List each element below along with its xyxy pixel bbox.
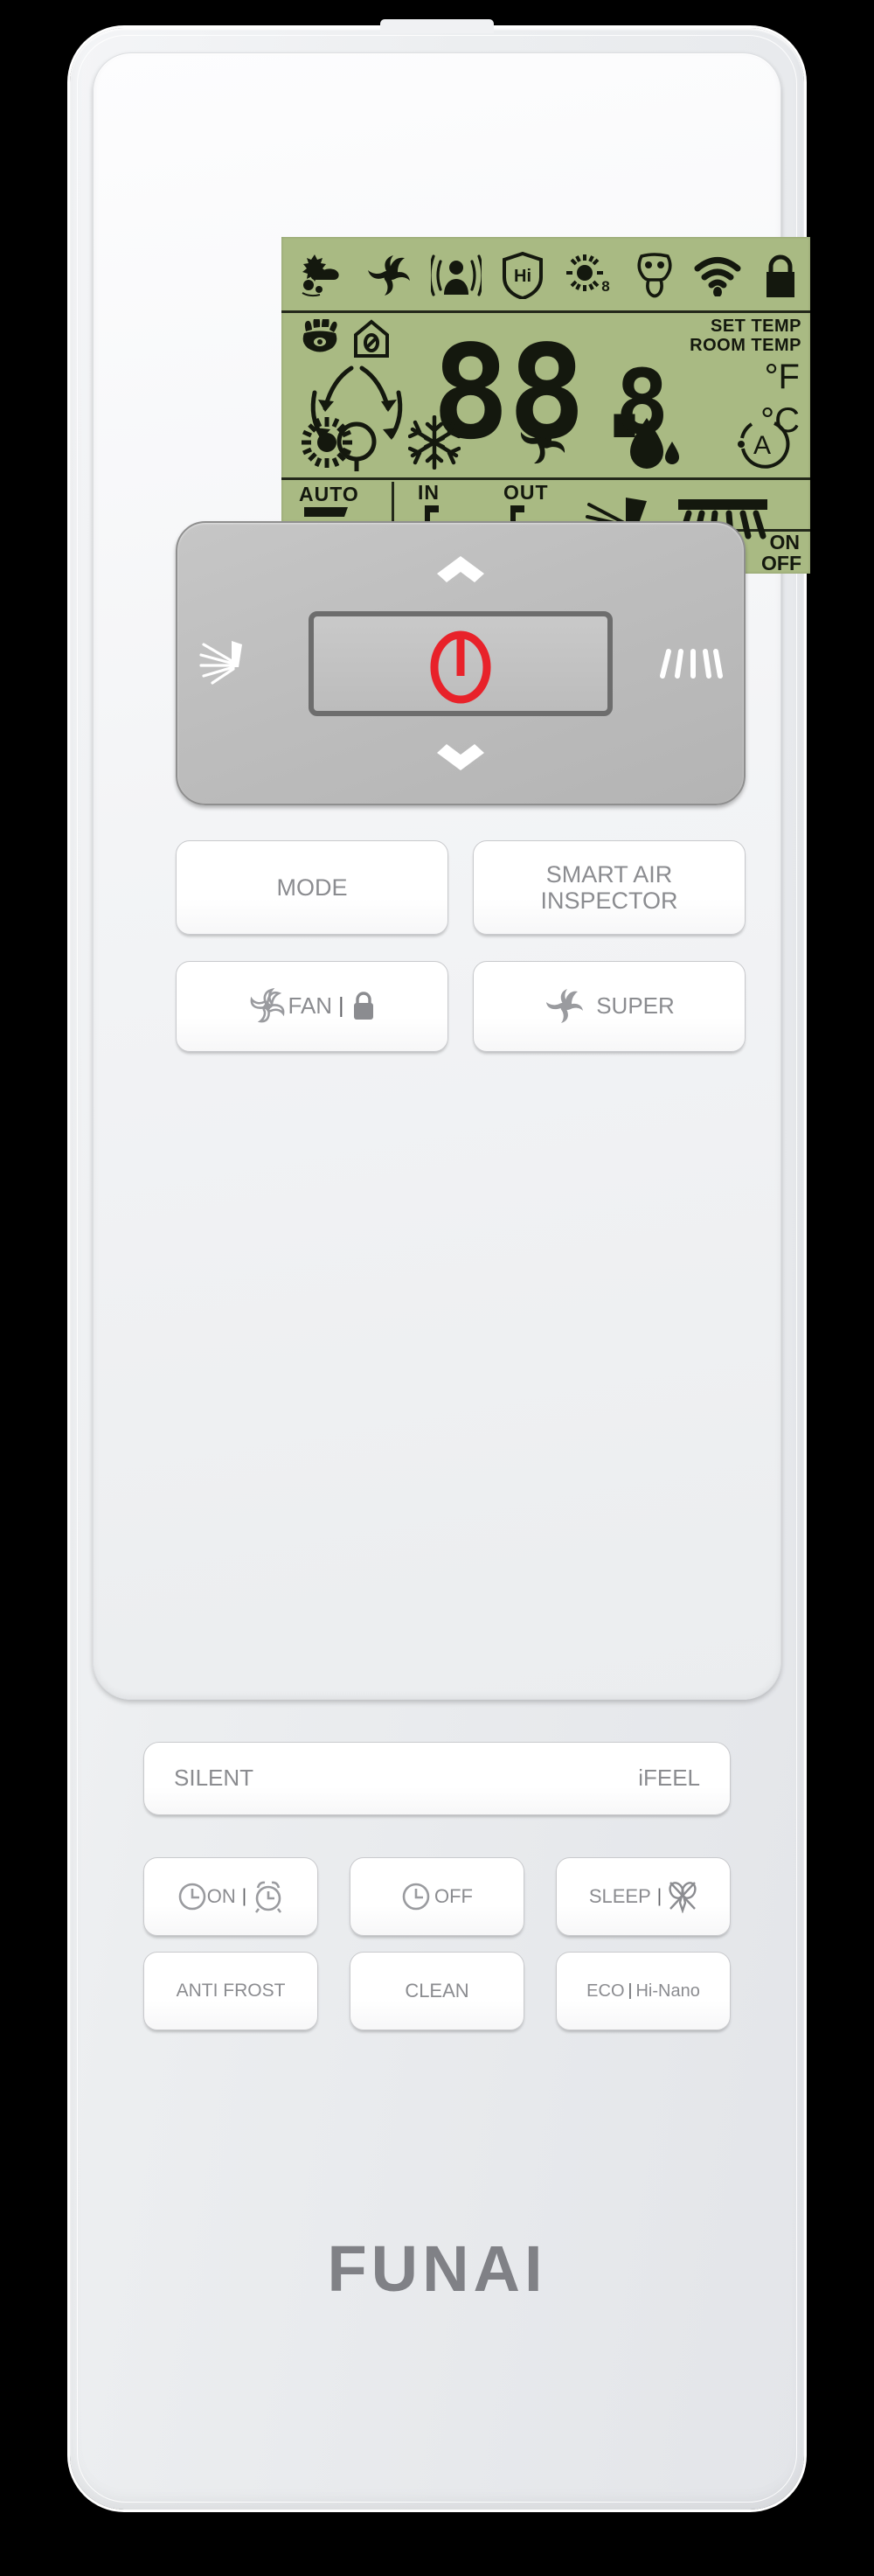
timer-on-divider: | xyxy=(241,1886,247,1907)
smart-air-inspector-line2: INSPECTOR xyxy=(540,888,678,914)
lcd-timer-on-label: ON xyxy=(769,531,801,553)
auto-a-circle-icon: A xyxy=(738,421,790,469)
house-eco-icon xyxy=(354,319,390,358)
hi-nano-shield-icon: Hi xyxy=(503,252,544,299)
smart-air-inspector-button[interactable]: SMART AIR INSPECTOR xyxy=(473,840,746,935)
eco-hinano-divider: | xyxy=(628,1981,633,2001)
power-button[interactable] xyxy=(309,610,613,716)
fan-icon xyxy=(250,988,284,1023)
super-swirl-icon xyxy=(546,989,584,1023)
mosquito-repel-icon xyxy=(669,1882,697,1913)
ifeel-person-signal-icon xyxy=(431,254,482,296)
chevron-up-icon[interactable] xyxy=(435,554,486,584)
anti-frost-icon xyxy=(302,254,339,297)
fan-icon xyxy=(520,422,565,464)
super-button[interactable]: SUPER xyxy=(473,961,746,1052)
heat-sun-icon xyxy=(302,417,352,468)
super-button-label: SUPER xyxy=(596,992,675,1020)
clean-label: CLEAN xyxy=(405,1979,469,2002)
upper-control-panel: Hi 8 88 . 8 SET TEMP ROOM TEMP °F °C A A… xyxy=(93,52,810,1700)
clock-icon xyxy=(178,1883,206,1911)
fan-button-divider: | xyxy=(338,994,344,1019)
svg-text:A: A xyxy=(753,431,771,460)
mode-button-label: MODE xyxy=(276,874,348,901)
swing-vertical-fan-icon[interactable] xyxy=(198,639,244,688)
silent-ifeel-button[interactable]: SILENT iFEEL xyxy=(143,1742,731,1815)
lcd-clean-in-label: IN xyxy=(418,481,440,504)
lcd-status-icon-row: Hi 8 xyxy=(297,244,800,307)
remote-control-body: Hi 8 88 . 8 SET TEMP ROOM TEMP °F °C A A… xyxy=(70,19,810,2510)
sun-8-icon: 8 xyxy=(565,254,610,295)
lock-icon xyxy=(766,254,794,297)
lcd-unit-fahrenheit: °F xyxy=(764,358,800,396)
svg-text:Hi: Hi xyxy=(514,267,531,286)
super-swirl-icon xyxy=(367,255,410,296)
power-symbol-icon xyxy=(430,630,491,703)
lcd-set-temp-label: SET TEMP xyxy=(710,317,801,336)
mode-button[interactable]: MODE xyxy=(176,840,448,935)
ifeel-button-label: iFEEL xyxy=(638,1765,700,1792)
anti-frost-label: ANTI FROST xyxy=(176,1981,286,2002)
lcd-clean-out-label: OUT xyxy=(503,481,549,504)
alarm-clock-icon xyxy=(255,1881,282,1913)
lcd-divider-top xyxy=(281,310,810,313)
lcd-secondary-icon-row xyxy=(301,319,390,359)
sleep-button-divider: | xyxy=(656,1886,662,1907)
silent-button-label: SILENT xyxy=(174,1765,254,1792)
smart-air-inspector-line1: SMART AIR xyxy=(545,860,673,888)
sleep-button-label: SLEEP xyxy=(588,1884,651,1907)
lcd-mode-icon-row: A xyxy=(301,412,790,473)
lcd-timer-off-label: OFF xyxy=(761,552,801,574)
eco-label: ECO xyxy=(586,1981,625,2001)
air-filter-mask-icon xyxy=(636,253,672,298)
clean-button[interactable]: CLEAN xyxy=(350,1952,524,2030)
hand-eye-smart-icon xyxy=(302,319,337,352)
lcd-divider-mid xyxy=(281,477,810,480)
timer-on-button[interactable]: ON | xyxy=(143,1857,318,1936)
anti-frost-button[interactable]: ANTI FROST xyxy=(143,1952,318,2030)
chevron-down-icon[interactable] xyxy=(435,742,486,772)
eco-hinano-button[interactable]: ECO | Hi-Nano xyxy=(556,1952,731,2030)
clock-icon xyxy=(402,1883,430,1911)
fan-button-label: FAN xyxy=(288,992,333,1020)
timer-off-button[interactable]: OFF xyxy=(350,1857,524,1936)
timer-off-label: OFF xyxy=(434,1884,473,1907)
hinano-label: Hi-Nano xyxy=(635,1981,700,2001)
swing-horizontal-louver-icon[interactable] xyxy=(658,644,723,683)
sleep-button[interactable]: SLEEP | xyxy=(556,1857,731,1936)
cool-snowflake-icon xyxy=(407,415,461,470)
lock-icon xyxy=(353,992,373,1020)
svg-text:8: 8 xyxy=(601,278,609,295)
dry-droplet-icon xyxy=(629,418,679,469)
ir-emitter-notch xyxy=(380,19,494,33)
fan-lock-button[interactable]: FAN | xyxy=(176,961,448,1052)
timer-on-label: ON xyxy=(206,1884,236,1907)
wifi-icon xyxy=(694,257,741,296)
dpad-control-cluster[interactable] xyxy=(176,521,746,805)
brand-logo: FUNAI xyxy=(327,2232,547,2305)
lcd-room-temp-label: ROOM TEMP xyxy=(690,336,801,355)
lcd-fan-auto-label: AUTO xyxy=(299,483,359,505)
